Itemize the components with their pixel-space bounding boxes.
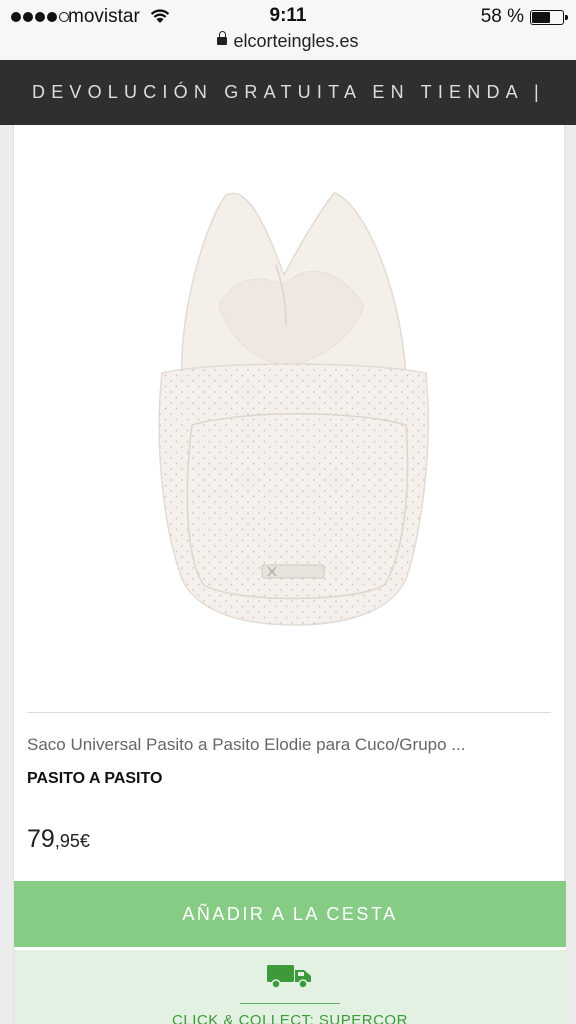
product-title[interactable]: Saco Universal Pasito a Pasito Elodie pa… — [27, 735, 465, 755]
promo-text: DEVOLUCIÓN GRATUITA EN TIENDA | — [32, 82, 545, 102]
product-price: 79,95€ — [27, 825, 90, 854]
battery-percent: 58 % — [480, 6, 524, 27]
price-decimal: ,95€ — [54, 831, 90, 851]
baby-sleeping-bag-image[interactable] — [14, 125, 566, 710]
product-brand[interactable]: PASITO A PASITO — [27, 770, 162, 788]
status-bar: movistar 9:11 58 % elcorteingles.es — [0, 0, 576, 60]
promo-banner[interactable]: DEVOLUCIÓN GRATUITA EN TIENDA | — [0, 60, 576, 125]
price-integer: 79 — [27, 825, 55, 853]
click-collect-divider — [240, 1003, 340, 1004]
add-to-cart-button[interactable]: AÑADIR A LA CESTA — [14, 881, 566, 947]
separator — [14, 947, 566, 950]
product-card: Saco Universal Pasito a Pasito Elodie pa… — [13, 125, 566, 1024]
truck-icon — [267, 965, 311, 989]
url-text: elcorteingles.es — [233, 31, 359, 51]
click-collect-label[interactable]: CLICK & COLLECT: SUPERCOR — [14, 1012, 566, 1024]
lock-icon — [217, 31, 228, 47]
battery-icon — [530, 10, 568, 25]
address-bar[interactable]: elcorteingles.es — [0, 31, 576, 52]
divider — [27, 712, 551, 713]
